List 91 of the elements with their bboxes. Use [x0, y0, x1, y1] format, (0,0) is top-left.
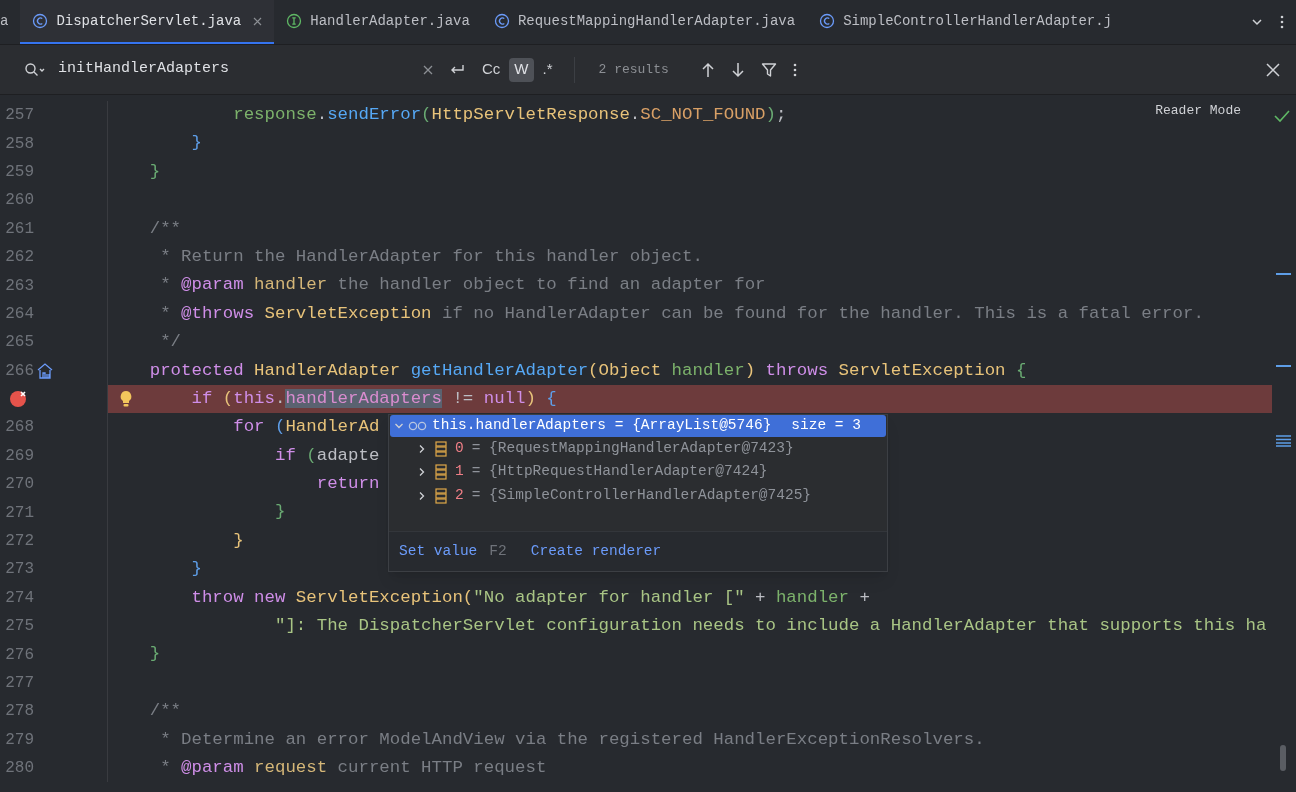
more-icon[interactable]	[792, 62, 797, 77]
line-number: 270	[4, 474, 34, 496]
code-line: response.sendError(HttpServletResponse.SC_NOT_FOUND);	[232, 104, 787, 126]
search-option-toggle[interactable]: W	[509, 57, 534, 82]
search-field[interactable]: initHandlerAdapters	[24, 58, 419, 81]
check-icon[interactable]	[1274, 109, 1290, 123]
editor-tab[interactable]: RequestMappingHandlerAdapter.java	[481, 0, 808, 44]
line-number: 264	[4, 303, 34, 325]
editor-tab[interactable]: DispatcherServlet.java	[20, 0, 275, 44]
close-icon[interactable]	[1266, 62, 1280, 77]
code-line: protected HandlerAdapter getHandlerAdapter(Object handler) throws ServletException {	[148, 359, 1027, 382]
code-line: }	[232, 529, 244, 552]
class-icon	[32, 13, 49, 29]
line-number: 261	[4, 218, 34, 240]
search-option-toggle[interactable]: .*	[537, 57, 558, 82]
code-line: }	[148, 160, 161, 183]
class-icon	[819, 13, 836, 29]
tree-row[interactable]: 2 = {SimpleControllerHandlerAdapter@7425}	[389, 484, 887, 508]
line-number: 258	[4, 133, 34, 155]
line-number: 268	[4, 417, 34, 439]
array-element-icon	[435, 487, 447, 504]
line-number: 259	[4, 161, 34, 183]
shortcut-hint: F2	[489, 541, 507, 561]
line-number: 277	[4, 673, 34, 694]
code-line: * @param handler the handler object to find an adapter for	[159, 274, 766, 297]
code-line: if (adapte	[273, 444, 380, 467]
chevron-icon[interactable]	[417, 443, 427, 454]
tree-row[interactable]: 0 = {RequestMappingHandlerAdapter@7423}	[389, 437, 887, 461]
line-number: 271	[4, 502, 34, 524]
search-marker[interactable]	[1276, 273, 1291, 275]
search-marker[interactable]	[1276, 365, 1291, 367]
filter-icon[interactable]	[760, 61, 777, 78]
reader-mode-button[interactable]: Reader Mode	[1155, 101, 1241, 121]
arrow-up-icon[interactable]	[700, 61, 715, 78]
line-number: 257	[4, 105, 34, 127]
code-line: }	[148, 643, 161, 666]
line-number: 278	[4, 701, 34, 723]
markers-icon[interactable]	[1276, 435, 1291, 447]
scrollbar-thumb[interactable]	[1280, 745, 1286, 771]
close-icon[interactable]	[253, 16, 263, 26]
watch-glasses-icon	[408, 421, 428, 431]
results-count: 2 results	[598, 60, 669, 79]
code-line: if (this.handlerAdapters != null) {	[190, 387, 557, 410]
code-line: "]: The DispatcherServlet configuration needs to include a HandlerAdapter that supports this ha	[273, 615, 1267, 638]
code-line: * @param request current HTTP request	[159, 757, 547, 779]
line-number: 280	[4, 758, 34, 780]
tree-row[interactable]: this.handlerAdapters = {ArrayList@5746} size = 3	[390, 415, 886, 437]
class-icon	[493, 13, 510, 29]
more-icon[interactable]	[1280, 15, 1284, 29]
chevron-icon[interactable]	[417, 490, 427, 501]
interface-icon	[286, 13, 303, 29]
editor-tab[interactable]: SimpleControllerHandlerAdapter.j	[807, 0, 1124, 44]
line-number: 269	[4, 445, 34, 467]
code-line: * @throws ServletException if no HandlerAdapter can be found for the handler. This is a fatal error.	[159, 302, 1204, 325]
line-number: 279	[4, 729, 34, 751]
line-number: 273	[4, 559, 34, 581]
chevron-icon[interactable]	[417, 467, 427, 478]
array-element-icon	[435, 440, 447, 457]
action-link[interactable]: Create renderer	[530, 540, 662, 563]
line-number: 263	[4, 275, 34, 297]
code-line: return	[315, 473, 380, 496]
line-number: 266	[4, 360, 34, 382]
search-icon	[24, 61, 46, 78]
code-line: /**	[148, 217, 182, 240]
implementation-icon[interactable]	[36, 361, 54, 380]
editor-tab[interactable]: HandlerAdapter.java	[274, 0, 482, 44]
line-number: 272	[4, 531, 34, 553]
array-element-icon	[435, 464, 447, 481]
code-line: throw new ServletException("No adapter for handler [" + handler +	[190, 586, 870, 609]
tree-row[interactable]: 1 = {HttpRequestHandlerAdapter@7424}	[389, 460, 887, 484]
code-line: }	[273, 501, 286, 524]
breakpoint-icon[interactable]	[8, 389, 28, 410]
code-line: * Determine an error ModelAndView via the registered HandlerExceptionResolvers.	[159, 728, 985, 751]
search-option-toggle[interactable]: Cc	[477, 57, 506, 82]
code-line: }	[190, 132, 202, 155]
clear-icon[interactable]	[423, 64, 433, 75]
arrow-down-icon[interactable]	[730, 61, 745, 78]
line-number: 260	[4, 190, 34, 212]
code-line: */	[159, 331, 182, 354]
line-number: 262	[4, 247, 34, 269]
code-line: /**	[148, 700, 182, 723]
line-number: 265	[4, 332, 34, 354]
line-number: 274	[4, 587, 34, 609]
line-number: 276	[4, 644, 34, 666]
line-number: 275	[4, 616, 34, 638]
action-link[interactable]: Set value	[399, 540, 478, 563]
lightbulb-icon[interactable]	[119, 389, 133, 408]
code-line: }	[190, 558, 202, 581]
code-line: * Return the HandlerAdapter for this handler object.	[159, 245, 703, 268]
code-line: for (HandlerAd	[232, 416, 380, 439]
editor-tab[interactable]: a	[0, 0, 21, 44]
